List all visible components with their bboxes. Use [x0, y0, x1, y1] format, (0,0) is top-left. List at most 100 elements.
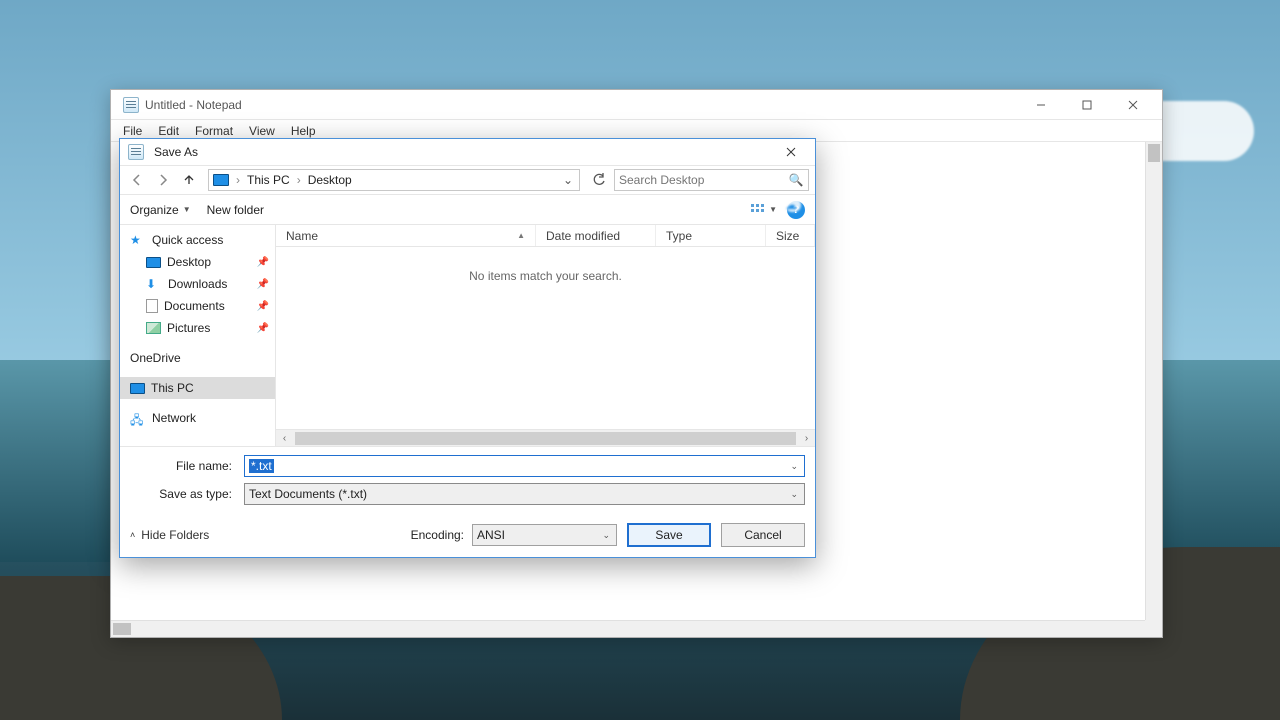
address-bar[interactable]: › This PC › Desktop ⌄ — [208, 169, 580, 191]
scrollbar-thumb[interactable] — [113, 623, 131, 635]
notepad-title: Untitled - Notepad — [145, 98, 242, 112]
scroll-left-icon[interactable]: ‹ — [276, 433, 293, 444]
this-pc-icon — [213, 174, 229, 186]
maximize-button[interactable] — [1064, 90, 1110, 120]
notepad-icon — [128, 144, 144, 160]
save-button[interactable]: Save — [627, 523, 711, 547]
search-input[interactable] — [619, 173, 788, 187]
tree-desktop[interactable]: Desktop 📌 — [120, 251, 275, 273]
menu-edit[interactable]: Edit — [150, 122, 187, 140]
column-label: Date modified — [546, 229, 620, 243]
column-label: Name — [286, 229, 318, 243]
notepad-titlebar[interactable]: Untitled - Notepad — [111, 90, 1162, 120]
menu-format[interactable]: Format — [187, 122, 241, 140]
view-options-button[interactable]: ▼ — [751, 204, 777, 216]
menu-help[interactable]: Help — [283, 122, 324, 140]
tree-label: Quick access — [152, 233, 223, 247]
file-name-input[interactable]: *.txt ⌄ — [244, 455, 805, 477]
notepad-icon — [123, 97, 139, 113]
search-box[interactable]: 🔍 — [614, 169, 809, 191]
search-icon: 🔍 — [788, 173, 804, 187]
view-icon — [751, 204, 765, 216]
address-history-dropdown[interactable]: ⌄ — [557, 173, 579, 187]
column-name[interactable]: Name ▲ — [276, 225, 536, 246]
desktop-icon — [146, 257, 161, 268]
hide-folders-toggle[interactable]: ˄ Hide Folders — [130, 528, 209, 542]
scrollbar-corner — [1145, 620, 1162, 637]
column-label: Size — [776, 229, 799, 243]
column-headers: Name ▲ Date modified Type Size — [276, 225, 815, 247]
file-name-label: File name: — [130, 459, 238, 473]
column-size[interactable]: Size — [766, 225, 815, 246]
chevron-up-icon: ˄ — [130, 530, 135, 540]
minimize-button[interactable] — [1018, 90, 1064, 120]
organize-menu[interactable]: Organize ▼ — [130, 203, 191, 217]
scrollbar-track[interactable] — [295, 432, 796, 445]
column-date[interactable]: Date modified — [536, 225, 656, 246]
refresh-button[interactable] — [588, 169, 610, 191]
column-type[interactable]: Type — [656, 225, 766, 246]
pin-icon: 📌 — [257, 301, 269, 312]
breadcrumb-desktop[interactable]: Desktop — [304, 170, 356, 190]
tree-network[interactable]: 🖧 Network — [120, 407, 275, 429]
tree-label: Documents — [164, 299, 225, 313]
tree-label: Network — [152, 411, 196, 425]
documents-icon — [146, 299, 158, 313]
tree-label: OneDrive — [130, 351, 181, 365]
chevron-down-icon[interactable]: ⌄ — [788, 461, 800, 472]
save-as-type-label: Save as type: — [130, 487, 238, 501]
pictures-icon — [146, 322, 161, 334]
tree-quick-access[interactable]: ★ Quick access — [120, 229, 275, 251]
tree-documents[interactable]: Documents 📌 — [120, 295, 275, 317]
dialog-titlebar[interactable]: Save As — [120, 139, 815, 165]
dialog-fields: File name: *.txt ⌄ Save as type: Text Do… — [120, 446, 815, 515]
breadcrumb-separator: › — [294, 173, 304, 187]
save-as-dialog: Save As › This PC › Desktop ⌄ 🔍 Organize… — [119, 138, 816, 558]
tree-this-pc[interactable]: This PC — [120, 377, 275, 399]
tree-downloads[interactable]: ⬇ Downloads 📌 — [120, 273, 275, 295]
nav-tree: ★ Quick access Desktop 📌 ⬇ Downloads 📌 D… — [120, 225, 276, 446]
save-as-type-select[interactable]: Text Documents (*.txt) ⌄ — [244, 483, 805, 505]
breadcrumb-this-pc[interactable]: This PC — [243, 170, 294, 190]
save-button-label: Save — [655, 528, 682, 542]
encoding-label: Encoding: — [411, 528, 466, 542]
file-list-hscrollbar[interactable]: ‹ › — [276, 429, 815, 446]
chevron-down-icon[interactable]: ⌄ — [788, 489, 800, 500]
organize-label: Organize — [130, 203, 179, 217]
scrollbar-thumb[interactable] — [1148, 144, 1160, 162]
pin-icon: 📌 — [257, 323, 269, 334]
dialog-close-button[interactable] — [773, 140, 809, 164]
tree-onedrive[interactable]: ☁ OneDrive — [120, 347, 275, 369]
breadcrumb-separator: › — [233, 173, 243, 187]
chevron-down-icon[interactable]: ⌄ — [600, 530, 612, 541]
encoding-select[interactable]: ANSI ⌄ — [472, 524, 617, 546]
horizontal-scrollbar[interactable] — [111, 620, 1145, 637]
close-button[interactable] — [1110, 90, 1156, 120]
dialog-footer: ˄ Hide Folders Encoding: ANSI ⌄ Save Can… — [120, 515, 815, 557]
dialog-title: Save As — [154, 145, 198, 159]
tree-label: Downloads — [168, 277, 227, 291]
cancel-button[interactable]: Cancel — [721, 523, 805, 547]
tree-label: Pictures — [167, 321, 210, 335]
new-folder-button[interactable]: New folder — [207, 203, 264, 217]
chevron-down-icon: ▼ — [183, 205, 191, 214]
network-icon: 🖧 — [130, 411, 146, 425]
chevron-down-icon: ▼ — [769, 205, 777, 214]
empty-folder-message: No items match your search. — [276, 247, 815, 429]
column-label: Type — [666, 229, 692, 243]
file-list: Name ▲ Date modified Type Size No items … — [276, 225, 815, 446]
menu-file[interactable]: File — [115, 122, 150, 140]
tree-pictures[interactable]: Pictures 📌 — [120, 317, 275, 339]
vertical-scrollbar[interactable] — [1145, 142, 1162, 620]
dialog-toolbar: Organize ▼ New folder ▼ ? — [120, 195, 815, 225]
file-name-value: *.txt — [249, 459, 274, 473]
nav-back-button[interactable] — [126, 169, 148, 191]
this-pc-icon — [130, 383, 145, 394]
nav-up-button[interactable] — [178, 169, 200, 191]
nav-forward-button[interactable] — [152, 169, 174, 191]
tree-label: Desktop — [167, 255, 211, 269]
tree-label: This PC — [151, 381, 194, 395]
menu-view[interactable]: View — [241, 122, 283, 140]
scroll-right-icon[interactable]: › — [798, 433, 815, 444]
cancel-button-label: Cancel — [744, 528, 781, 542]
